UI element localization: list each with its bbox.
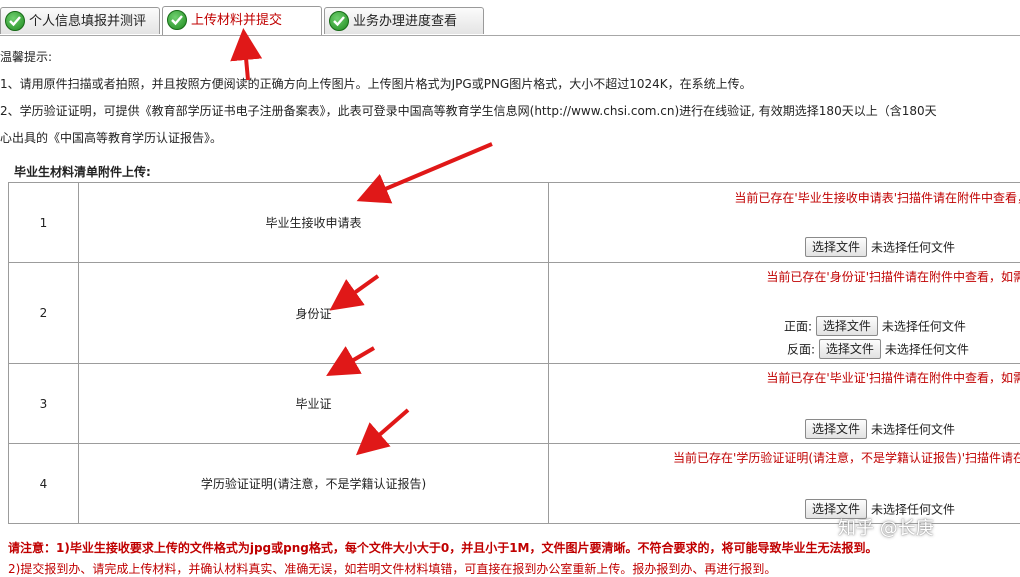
file-status: 未选择任何文件	[871, 423, 955, 437]
check-icon	[329, 11, 349, 31]
exist-notice[interactable]: 当前已存在'毕业证'扫描件请在附件中查看，如需重	[766, 369, 1020, 386]
tab-personal-info[interactable]: 个人信息填报并测评	[0, 7, 160, 34]
check-icon	[167, 10, 187, 30]
upload-cell: 当前已存在'毕业生接收申请表'扫描件请在附件中查看， 选择文件未选择任何文件	[549, 183, 1020, 263]
tab-label: 个人信息填报并测评	[29, 14, 146, 29]
file-status: 未选择任何文件	[885, 343, 969, 357]
file-row-back: 反面: 选择文件未选择任何文件	[787, 339, 969, 359]
notice-line-3: 心出具的《中国高等教育学历认证报告》。	[0, 129, 222, 146]
check-icon	[5, 11, 25, 31]
front-label: 正面:	[784, 320, 812, 334]
section-title: 毕业生材料清单附件上传:	[14, 163, 151, 180]
notice-line-2: 2、学历验证证明，可提供《教育部学历证书电子注册备案表》，此表可登录中国高等教育…	[0, 102, 937, 119]
row-name: 身份证	[79, 263, 549, 364]
row-name: 学历验证证明(请注意，不是学籍认证报告)	[79, 444, 549, 524]
choose-file-button[interactable]: 选择文件	[805, 237, 867, 257]
tab-label: 上传材料并提交	[191, 13, 282, 28]
choose-file-button-back[interactable]: 选择文件	[819, 339, 881, 359]
file-status: 未选择任何文件	[871, 241, 955, 255]
notice-title: 温馨提示:	[0, 48, 52, 65]
file-row-front: 正面: 选择文件未选择任何文件	[784, 316, 966, 336]
arrow-to-tab	[244, 36, 248, 80]
row-name: 毕业生接收申请表	[79, 183, 549, 263]
tab-progress[interactable]: 业务办理进度查看	[324, 7, 484, 34]
file-row: 选择文件未选择任何文件	[805, 419, 955, 439]
row-number: 2	[9, 263, 79, 364]
notice-line-1: 1、请用原件扫描或者拍照，并且按照方便阅读的正确方向上传图片。上传图片格式为JP…	[0, 75, 752, 92]
upload-cell: 当前已存在'毕业证'扫描件请在附件中查看，如需重 选择文件未选择任何文件	[549, 364, 1020, 444]
upload-cell: 当前已存在'学历验证证明(请注意，不是学籍认证报告)'扫描件请在附 选择文件未选…	[549, 444, 1020, 524]
row-number: 1	[9, 183, 79, 263]
back-label: 反面:	[787, 343, 815, 357]
choose-file-button[interactable]: 选择文件	[805, 419, 867, 439]
exist-notice[interactable]: 当前已存在'身份证'扫描件请在附件中查看，如需重	[766, 268, 1020, 285]
choose-file-button-front[interactable]: 选择文件	[816, 316, 878, 336]
table-row: 1 毕业生接收申请表 当前已存在'毕业生接收申请表'扫描件请在附件中查看， 选择…	[9, 183, 1020, 263]
warning-text-2: 2)提交报到办、请完成上传材料，并确认材料真实、准确无误，如若明文件材料填错，可…	[8, 560, 776, 577]
exist-notice[interactable]: 当前已存在'学历验证证明(请注意，不是学籍认证报告)'扫描件请在附	[673, 449, 1020, 466]
tab-bar: 个人信息填报并测评 上传材料并提交 业务办理进度查看	[0, 0, 1020, 36]
exist-notice[interactable]: 当前已存在'毕业生接收申请表'扫描件请在附件中查看，	[734, 189, 1020, 206]
attachment-table: 1 毕业生接收申请表 当前已存在'毕业生接收申请表'扫描件请在附件中查看， 选择…	[8, 182, 1020, 524]
watermark: 知乎 @长庚	[838, 514, 934, 540]
table-row: 3 毕业证 当前已存在'毕业证'扫描件请在附件中查看，如需重 选择文件未选择任何…	[9, 364, 1020, 444]
row-name: 毕业证	[79, 364, 549, 444]
file-row: 选择文件未选择任何文件	[805, 237, 955, 257]
table-row: 4 学历验证证明(请注意，不是学籍认证报告) 当前已存在'学历验证证明(请注意，…	[9, 444, 1020, 524]
table-row: 2 身份证 当前已存在'身份证'扫描件请在附件中查看，如需重 正面: 选择文件未…	[9, 263, 1020, 364]
row-number: 3	[9, 364, 79, 444]
warning-text: 请注意：1)毕业生接收要求上传的文件格式为jpg或png格式，每个文件大小大于0…	[8, 539, 878, 556]
tab-label: 业务办理进度查看	[353, 14, 457, 29]
file-status: 未选择任何文件	[882, 320, 966, 334]
row-number: 4	[9, 444, 79, 524]
tab-upload-materials[interactable]: 上传材料并提交	[162, 6, 322, 35]
upload-cell: 当前已存在'身份证'扫描件请在附件中查看，如需重 正面: 选择文件未选择任何文件…	[549, 263, 1020, 364]
